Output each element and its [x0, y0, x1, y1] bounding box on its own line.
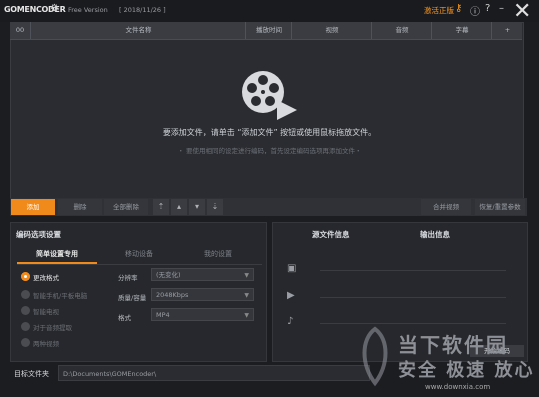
- empty-list-subhint: ・ 要使用相同的设定进行编码，首先设定编码选项再添加文件・: [177, 147, 362, 155]
- reset-settings-button[interactable]: 恢复/重置参数: [475, 199, 525, 215]
- select-all-column[interactable]: 00: [10, 22, 30, 39]
- format-select[interactable]: MP4 ▼: [151, 308, 254, 321]
- preset-label[interactable]: 智能手机/平板电脑: [33, 290, 87, 300]
- key-icon[interactable]: ⚷: [455, 3, 462, 14]
- preset-radio-audio-extract[interactable]: [21, 322, 30, 331]
- output-folder-label: 目标文件夹: [14, 370, 49, 378]
- column-subtitle[interactable]: 字幕: [431, 22, 492, 39]
- output-info-title: 输出信息: [420, 230, 450, 239]
- gear-icon[interactable]: ⚙: [50, 3, 59, 14]
- preset-radio-two-videos[interactable]: [21, 338, 30, 347]
- help-icon[interactable]: ?: [485, 3, 490, 14]
- preset-label[interactable]: 两种视频: [33, 338, 59, 348]
- add-file-button[interactable]: 添加: [11, 199, 55, 215]
- chevron-down-icon: ▼: [244, 312, 249, 319]
- info-row-divider: [320, 323, 506, 324]
- close-icon[interactable]: ✕: [513, 1, 531, 23]
- activate-link[interactable]: 激活正版: [424, 5, 454, 16]
- watermark-url: www.downxia.com: [425, 383, 491, 391]
- preset-label[interactable]: 智能电视: [33, 306, 59, 316]
- move-bottom-icon[interactable]: ⇣: [207, 199, 223, 215]
- preset-radio-smart-tv[interactable]: [21, 306, 30, 315]
- tab-mobile-devices[interactable]: 移动设备: [99, 247, 179, 262]
- build-date: [ 2018/11/26 ]: [119, 6, 166, 14]
- info-row-divider: [320, 270, 506, 271]
- music-icon: ♪: [287, 316, 294, 327]
- output-folder-path[interactable]: D:\Documents\GOMEncoder\: [58, 365, 370, 381]
- watermark-subtitle: 安全 极速 放心: [398, 360, 535, 381]
- format-value: MP4: [156, 311, 170, 319]
- quality-value: 2048Kbps: [156, 291, 189, 299]
- encoding-options-title: 编码选项设置: [16, 230, 61, 239]
- preset-label[interactable]: 对于音频提取: [33, 322, 72, 332]
- resolution-label: 分辨率: [118, 274, 138, 282]
- format-label: 格式: [118, 314, 131, 322]
- chevron-down-icon: ▼: [244, 272, 249, 279]
- column-video[interactable]: 视频: [291, 22, 372, 39]
- tab-my-settings[interactable]: 我的设置: [178, 247, 258, 262]
- chevron-down-icon: ▼: [244, 292, 249, 299]
- column-audio[interactable]: 音频: [371, 22, 432, 39]
- delete-all-button[interactable]: 全部删除: [104, 199, 148, 215]
- watermark-title: 当下软件园: [398, 333, 508, 357]
- move-down-icon[interactable]: ▾: [189, 199, 205, 215]
- tab-divider: [17, 264, 262, 265]
- quality-label: 质量/容量: [118, 294, 147, 302]
- move-top-icon[interactable]: ⇡: [153, 199, 169, 215]
- file-icon: ▣: [287, 263, 297, 274]
- version-label: Free Version: [68, 6, 108, 14]
- tab-simple-settings[interactable]: 简单设置专用: [17, 247, 97, 262]
- film-reel-icon: [242, 71, 297, 120]
- preset-label[interactable]: 更改格式: [33, 272, 59, 282]
- quality-select[interactable]: 2048Kbps ▼: [151, 288, 254, 301]
- column-filename[interactable]: 文件名称: [30, 22, 246, 39]
- info-icon[interactable]: ⓘ: [470, 3, 480, 18]
- empty-list-hint: 要添加文件，请单击 “添加文件” 按钮或使用鼠标拖放文件。: [162, 128, 377, 137]
- video-camera-icon: ▶: [287, 290, 295, 301]
- preset-radio-smartphone[interactable]: [21, 290, 30, 299]
- watermark-logo-icon: [362, 326, 388, 387]
- resolution-select[interactable]: (无变化) ▼: [151, 268, 254, 281]
- source-info-title: 源文件信息: [312, 230, 350, 239]
- merge-video-button[interactable]: 合并视频: [421, 199, 471, 215]
- delete-button[interactable]: 删除: [58, 199, 102, 215]
- minimize-icon[interactable]: –: [499, 3, 504, 14]
- add-column-button[interactable]: +: [491, 22, 523, 39]
- resolution-value: (无变化): [156, 271, 181, 279]
- column-duration[interactable]: 播放时间: [245, 22, 292, 39]
- info-row-divider: [320, 297, 506, 298]
- preset-radio-change-format[interactable]: [21, 272, 30, 281]
- move-up-icon[interactable]: ▴: [171, 199, 187, 215]
